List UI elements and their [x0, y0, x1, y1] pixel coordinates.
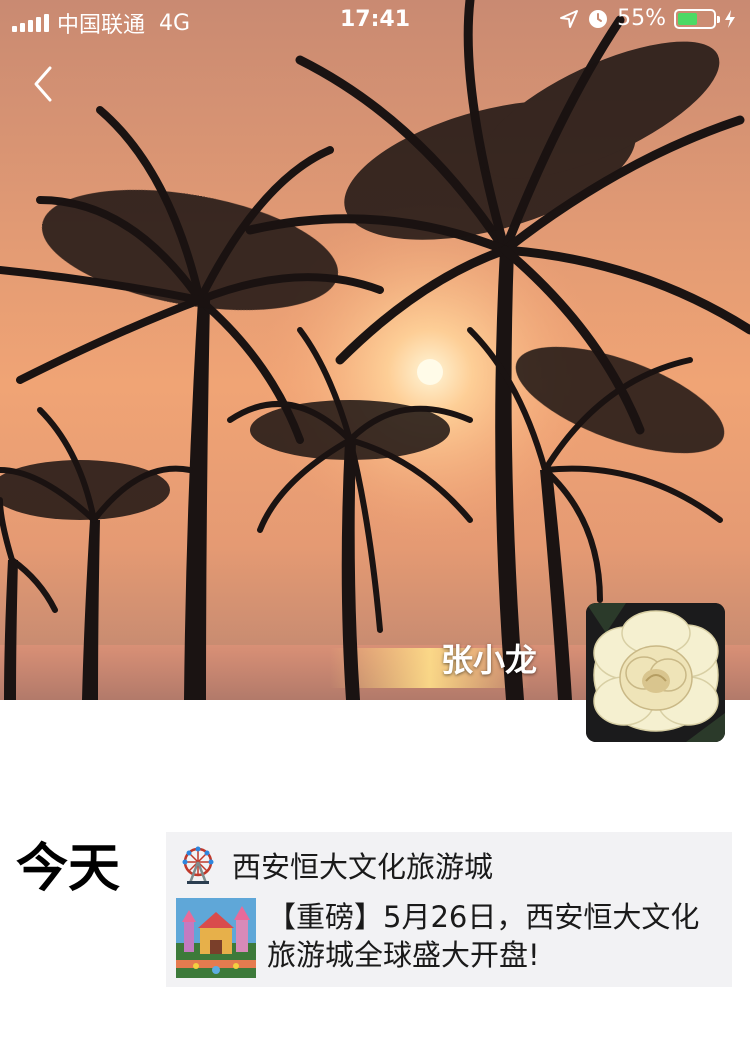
- battery-icon: [674, 8, 720, 29]
- theme-park-thumbnail[interactable]: [176, 898, 256, 978]
- post-header: 西安恒大文化旅游城: [178, 844, 493, 886]
- profile-avatar[interactable]: [586, 603, 725, 742]
- status-right: 55%: [559, 6, 736, 31]
- profile-cover-image[interactable]: 中国联通 4G 17:41 55% 张小龙: [0, 0, 750, 700]
- timeline-post[interactable]: 西安恒大文化旅游城 【重磅】5月26日，西安恒大文化旅游城全球盛大开盘!: [166, 832, 732, 987]
- timeline-day-label: 今天: [16, 839, 121, 899]
- sunset-palm-scene: [0, 0, 750, 700]
- white-rose-image: [586, 603, 725, 742]
- status-bar: 中国联通 4G 17:41 55%: [0, 0, 750, 40]
- back-button[interactable]: [28, 62, 62, 106]
- alarm-icon: [589, 9, 608, 28]
- battery-percent: 55%: [617, 6, 666, 31]
- theme-park-image: [176, 898, 256, 978]
- profile-name[interactable]: 张小龙: [441, 635, 537, 681]
- post-text[interactable]: 【重磅】5月26日，西安恒大文化旅游城全球盛大开盘!: [267, 898, 722, 974]
- location-icon: [560, 9, 579, 28]
- charging-icon: [725, 9, 735, 28]
- ferris-wheel-icon: [182, 846, 214, 884]
- post-author[interactable]: 西安恒大文化旅游城: [232, 844, 493, 886]
- battery-fill: [678, 12, 697, 25]
